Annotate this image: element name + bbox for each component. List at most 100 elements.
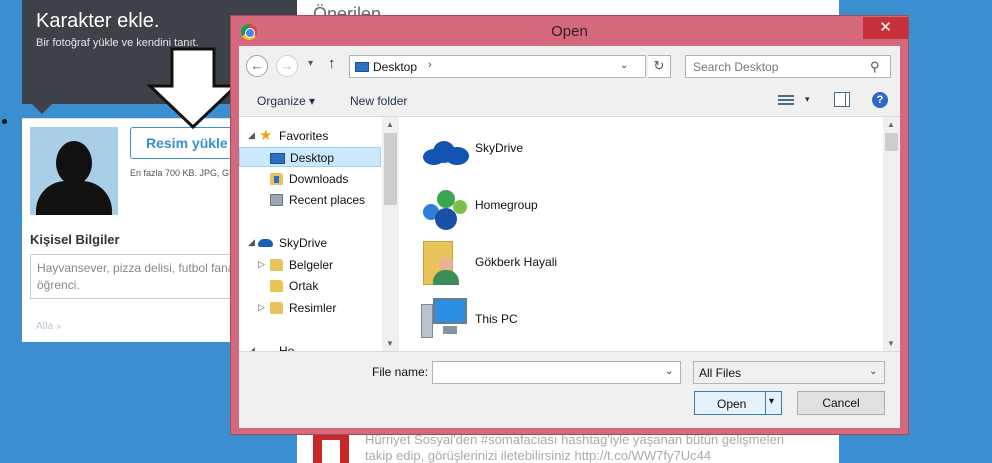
open-button-divider <box>765 392 766 414</box>
file-name-input[interactable]: ⌄ <box>432 361 681 384</box>
tree-item-ortak[interactable]: Ortak <box>239 276 381 296</box>
tree-expand-icon[interactable]: ▷ <box>258 302 265 313</box>
search-placeholder: Search Desktop <box>693 60 779 74</box>
tree-item-label: Resimler <box>289 301 337 315</box>
navigation-pane: ◢ ★ Favorites Desktop Downloads Recent p… <box>239 117 397 351</box>
tree-item-favorites[interactable]: ◢ ★ Favorites <box>239 126 381 146</box>
open-options-dropdown-icon[interactable]: ▾ <box>769 396 774 407</box>
open-file-dialog: Open ✕ ← → ▾ ↑ Desktop › ⌄ ↻ Search Desk… <box>230 15 909 435</box>
tree-item-recent-places[interactable]: Recent places <box>239 190 381 210</box>
scroll-thumb[interactable] <box>885 133 898 151</box>
list-item-skydrive[interactable]: SkyDrive <box>419 125 719 175</box>
tree-item-skydrive[interactable]: ◢ SkyDrive <box>239 233 381 253</box>
cancel-button[interactable]: Cancel <box>797 391 885 415</box>
close-button[interactable]: ✕ <box>863 17 908 39</box>
homegroup-icon <box>421 186 469 232</box>
downloads-folder-icon <box>270 173 283 185</box>
news-tweet-text[interactable]: Hürriyet Sosyal'den #somafaciası hashtag… <box>365 432 815 463</box>
search-icon[interactable]: ⚲ <box>870 59 880 75</box>
tree-expand-icon[interactable]: ◢ <box>248 345 255 351</box>
file-label: Gökberk Hayali <box>475 255 558 269</box>
address-dropdown-icon[interactable]: ⌄ <box>620 60 628 71</box>
search-input[interactable]: Search Desktop ⚲ <box>685 55 891 78</box>
open-button-label: Open <box>717 397 747 411</box>
file-type-value: All Files <box>699 366 742 380</box>
tree-item-label: Downloads <box>289 172 349 186</box>
file-name-dropdown-icon[interactable]: ⌄ <box>665 366 673 377</box>
star-icon: ★ <box>259 127 273 144</box>
dialog-title: Open <box>551 23 588 40</box>
scroll-thumb[interactable] <box>384 133 397 205</box>
bio-label: Kişisel Bilgiler <box>30 232 120 247</box>
tree-item-label: Belgeler <box>289 258 334 272</box>
organize-button[interactable]: Organize ▾ <box>257 94 315 108</box>
folder-icon <box>270 302 283 314</box>
tree-item-label: Desktop <box>290 151 335 165</box>
scroll-down-icon[interactable]: ▼ <box>386 339 394 348</box>
tree-expand-icon[interactable]: ◢ <box>248 237 255 248</box>
list-item-this-pc[interactable]: This PC <box>419 296 719 346</box>
recent-locations-chevron-icon[interactable]: ▾ <box>308 58 313 69</box>
navigation-scrollbar[interactable]: ▲ ▼ <box>382 117 399 351</box>
refresh-icon[interactable]: ↻ <box>648 55 671 78</box>
up-folder-icon[interactable]: ↑ <box>328 55 336 72</box>
folder-icon <box>270 280 283 292</box>
browser-content: ◢ ★ Favorites Desktop Downloads Recent p… <box>239 116 900 352</box>
view-dropdown-icon[interactable]: ▾ <box>805 94 810 105</box>
file-label: Homegroup <box>475 198 538 212</box>
dialog-body: ← → ▾ ↑ Desktop › ⌄ ↻ Search Desktop ⚲ O… <box>239 46 900 428</box>
help-icon[interactable]: ? <box>872 92 888 108</box>
down-arrow-icon <box>146 47 240 130</box>
tree-item-label: Ortak <box>289 279 319 293</box>
file-label: SkyDrive <box>475 141 524 155</box>
file-label: This PC <box>475 312 518 326</box>
tree-expand-icon[interactable]: ◢ <box>248 130 255 141</box>
new-folder-button[interactable]: New folder <box>350 94 407 108</box>
tree-item-label: Ho <box>279 344 295 351</box>
back-arrow-icon[interactable]: ← <box>246 55 268 77</box>
list-item-user-folder[interactable]: Gökberk Hayali <box>419 239 719 289</box>
desktop-icon <box>355 62 369 72</box>
dialog-titlebar[interactable]: Open ✕ <box>231 16 908 46</box>
open-button[interactable]: Open ▾ <box>694 391 782 415</box>
skydrive-icon <box>421 139 469 165</box>
preview-pane-icon[interactable] <box>834 92 850 107</box>
tree-item-homegroup[interactable]: ◢ Ho <box>239 341 381 351</box>
scroll-up-icon[interactable]: ▲ <box>386 120 394 129</box>
tree-item-desktop[interactable]: Desktop <box>239 147 381 167</box>
folder-icon <box>270 259 283 271</box>
user-folder-icon <box>423 239 465 287</box>
address-bar[interactable]: Desktop › ⌄ <box>349 55 646 78</box>
avatar-placeholder <box>30 127 118 215</box>
tree-item-label: Recent places <box>289 193 366 207</box>
tree-item-belgeler[interactable]: ▷ Belgeler <box>239 255 381 275</box>
file-list: SkyDrive Homegroup Gökberk Hayali This P… <box>399 117 883 351</box>
header-pointer <box>32 104 52 114</box>
file-type-select[interactable]: All Files ⌄ <box>693 361 885 384</box>
tree-expand-icon[interactable]: ▷ <box>258 259 265 270</box>
desktop-icon <box>270 153 285 164</box>
computer-icon <box>421 298 469 344</box>
tree-item-label: SkyDrive <box>279 236 328 250</box>
recent-places-icon <box>270 194 283 206</box>
skydrive-cloud-icon <box>258 239 273 247</box>
file-type-dropdown-icon[interactable]: ⌄ <box>869 366 877 377</box>
news-logo-icon <box>313 432 349 463</box>
scroll-down-icon[interactable]: ▼ <box>887 339 895 348</box>
forward-arrow-icon[interactable]: → <box>276 55 298 77</box>
breadcrumb-chevron-icon[interactable]: › <box>428 59 432 71</box>
navigation-bar: ← → ▾ ↑ Desktop › ⌄ ↻ Search Desktop ⚲ <box>239 46 900 84</box>
list-item-homegroup[interactable]: Homegroup <box>419 182 719 232</box>
address-breadcrumb[interactable]: Desktop <box>373 60 417 74</box>
tree-item-downloads[interactable]: Downloads <box>239 169 381 189</box>
cursor-dot <box>2 119 7 124</box>
tree-item-resimler[interactable]: ▷ Resimler <box>239 298 381 318</box>
skip-link[interactable]: Atla » <box>36 321 62 332</box>
tree-item-label: Favorites <box>279 129 329 143</box>
card-title: Karakter ekle. <box>36 10 160 32</box>
file-name-label: File name: <box>372 365 429 379</box>
command-toolbar: Organize ▾ New folder ▾ ? <box>239 84 900 116</box>
scroll-up-icon[interactable]: ▲ <box>887 120 895 129</box>
view-options-icon[interactable] <box>778 93 794 107</box>
file-list-scrollbar[interactable]: ▲ ▼ <box>883 117 900 351</box>
